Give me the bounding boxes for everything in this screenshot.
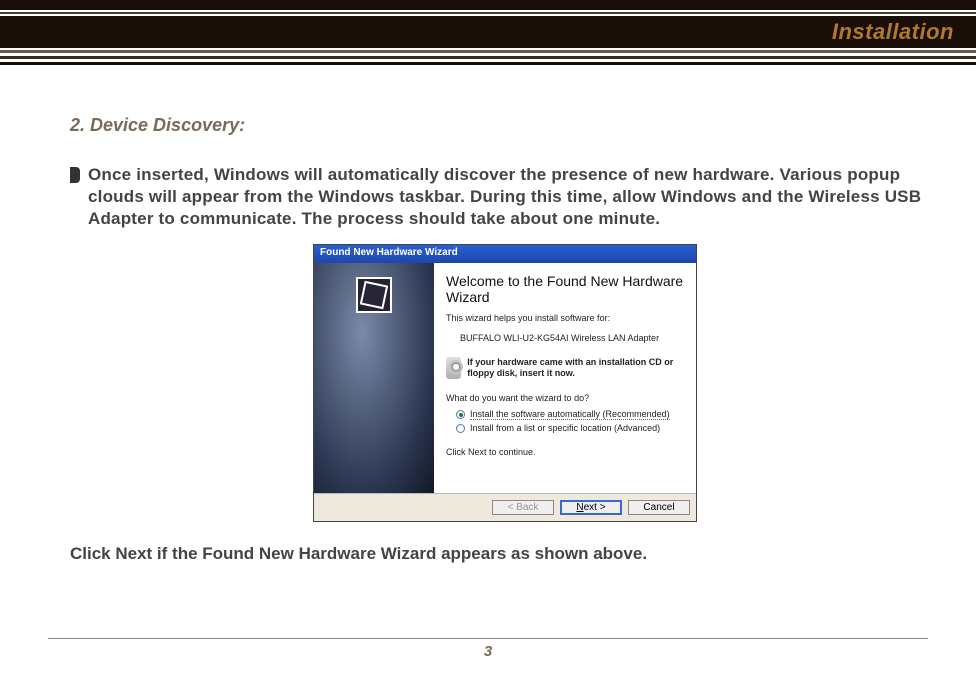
section-body-text: Once inserted, Windows will automaticall…: [88, 164, 940, 230]
header-title-bar: Installation: [0, 16, 976, 48]
next-button[interactable]: Next >: [560, 500, 622, 515]
cancel-button[interactable]: Cancel: [628, 500, 690, 515]
wizard-radio-list[interactable]: Install from a list or specific location…: [456, 423, 686, 433]
page-number: 3: [484, 643, 492, 660]
bullet-paragraph: Once inserted, Windows will automaticall…: [70, 164, 940, 230]
wizard-radio-list-label: Install from a list or specific location…: [470, 423, 660, 433]
wizard-welcome-heading: Welcome to the Found New Hardware Wizard: [446, 273, 686, 305]
wizard-radio-auto-label: Install the software automatically (Reco…: [470, 409, 670, 420]
back-button: < Back: [492, 500, 554, 515]
wizard-cd-row: If your hardware came with an installati…: [446, 357, 686, 379]
page-header-title: Installation: [832, 19, 954, 44]
wizard-main-panel: Welcome to the Found New Hardware Wizard…: [434, 263, 696, 493]
cd-icon: [446, 357, 461, 379]
content-area: 2. Device Discovery: Once inserted, Wind…: [0, 65, 976, 564]
wizard-device-name: BUFFALO WLI-U2-KG54AI Wireless LAN Adapt…: [460, 333, 686, 343]
wizard-screenshot: Found New Hardware Wizard Welcome to the…: [70, 244, 940, 522]
radio-selected-icon: [456, 410, 465, 419]
found-new-hardware-wizard: Found New Hardware Wizard Welcome to the…: [313, 244, 697, 522]
wizard-side-panel: [314, 263, 434, 493]
header-band-top: [0, 0, 976, 10]
wizard-titlebar: Found New Hardware Wizard: [314, 245, 696, 263]
footer-divider: [48, 638, 928, 639]
wizard-prompt: What do you want the wizard to do?: [446, 393, 686, 403]
wizard-side-graphic-icon: [356, 277, 392, 313]
wizard-click-next-text: Click Next to continue.: [446, 447, 686, 457]
header-rule: [0, 50, 976, 53]
wizard-help-text: This wizard helps you install software f…: [446, 313, 686, 323]
closing-instruction: Click Next if the Found New Hardware Wiz…: [70, 544, 940, 564]
header-rule: [0, 12, 976, 14]
wizard-cd-text: If your hardware came with an installati…: [467, 357, 686, 379]
bullet-icon: [70, 167, 80, 183]
section-heading: 2. Device Discovery:: [70, 115, 940, 136]
radio-unselected-icon: [456, 424, 465, 433]
header-rule: [0, 56, 976, 59]
next-button-label: ext >: [584, 502, 606, 513]
page-footer: 3: [0, 638, 976, 661]
wizard-radio-auto[interactable]: Install the software automatically (Reco…: [456, 409, 686, 420]
wizard-footer: < Back Next > Cancel: [314, 493, 696, 521]
